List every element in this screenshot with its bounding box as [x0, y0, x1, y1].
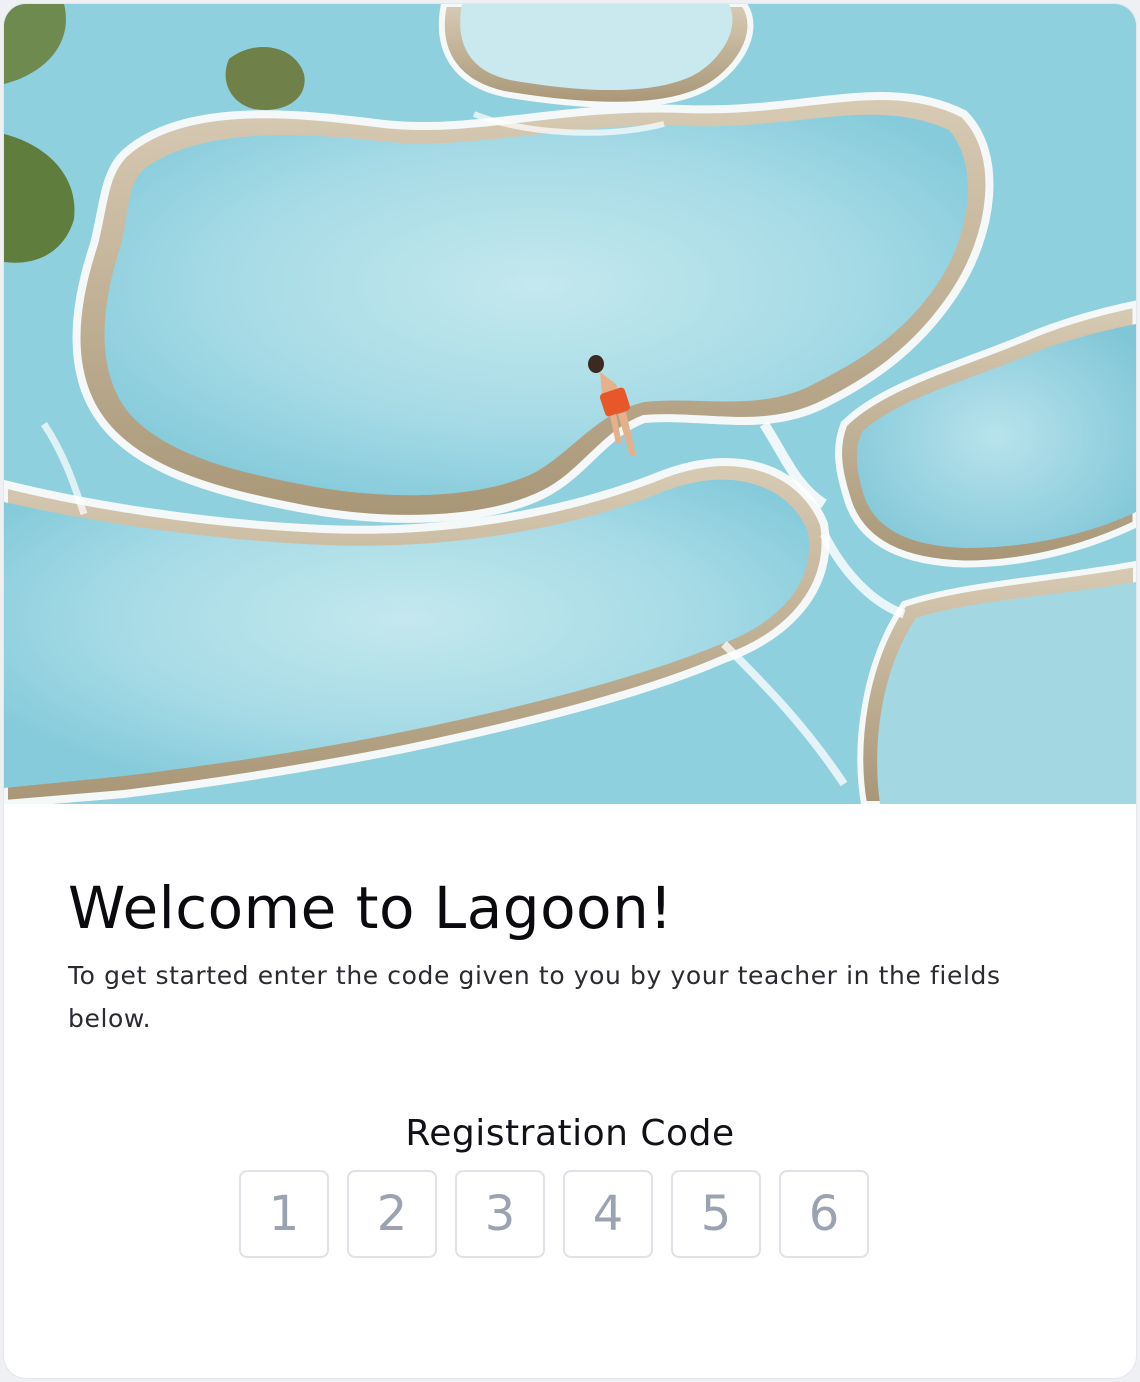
- code-digit-input-3[interactable]: [460, 1174, 540, 1254]
- welcome-card: Welcome to Lagoon! To get started enter …: [4, 4, 1136, 1378]
- hero-image: [4, 4, 1136, 804]
- page-title: Welcome to Lagoon!: [68, 874, 674, 942]
- thermal-pools-illustration: [4, 4, 1136, 804]
- code-digit-box-4[interactable]: [563, 1170, 653, 1258]
- code-digit-input-1[interactable]: [244, 1174, 324, 1254]
- code-digit-input-6[interactable]: [784, 1174, 864, 1254]
- code-digit-input-4[interactable]: [568, 1174, 648, 1254]
- code-digit-input-2[interactable]: [352, 1174, 432, 1254]
- code-digit-box-6[interactable]: [779, 1170, 869, 1258]
- code-digit-box-1[interactable]: [239, 1170, 329, 1258]
- registration-code-fields: [239, 1170, 889, 1262]
- welcome-instructions: To get started enter the code given to y…: [68, 961, 1001, 1033]
- welcome-section: Welcome to Lagoon! To get started enter …: [68, 872, 1068, 1040]
- code-digit-box-5[interactable]: [671, 1170, 761, 1258]
- code-digit-box-3[interactable]: [455, 1170, 545, 1258]
- code-digit-box-2[interactable]: [347, 1170, 437, 1258]
- registration-code-label: Registration Code: [405, 1113, 735, 1154]
- code-digit-input-5[interactable]: [676, 1174, 756, 1254]
